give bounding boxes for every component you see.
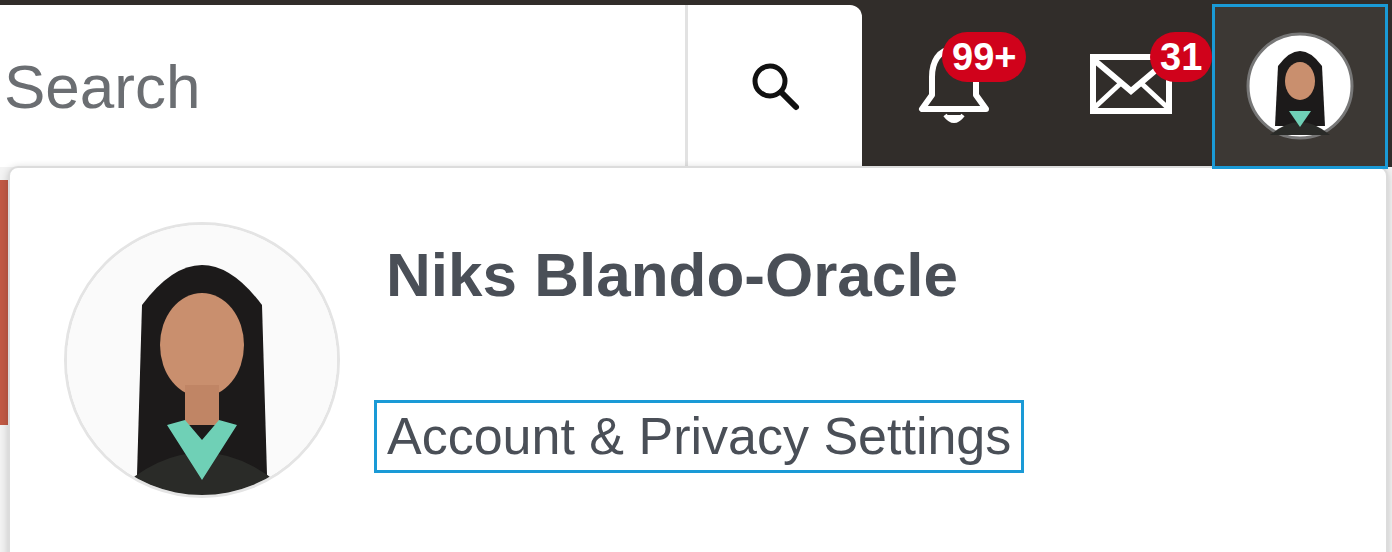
- top-bar: 99+ 31: [0, 0, 1392, 167]
- notifications-button[interactable]: 99+: [914, 34, 994, 134]
- messages-button[interactable]: 31: [1088, 34, 1174, 134]
- profile-photo: [1245, 31, 1355, 141]
- magnifier-icon: [749, 60, 801, 112]
- notifications-badge: 99+: [942, 32, 1026, 82]
- user-name: Niks Blando-Oracle: [386, 238, 958, 312]
- profile-button[interactable]: [1212, 4, 1388, 169]
- account-privacy-settings-link[interactable]: Account & Privacy Settings: [374, 400, 1024, 472]
- profile-photo-large: [64, 222, 340, 498]
- search-button[interactable]: [685, 5, 862, 167]
- search-box: [0, 5, 862, 167]
- search-input[interactable]: [0, 5, 685, 167]
- messages-badge: 31: [1150, 32, 1212, 82]
- profile-menu: Niks Blando-Oracle Account & Privacy Set…: [8, 166, 1388, 552]
